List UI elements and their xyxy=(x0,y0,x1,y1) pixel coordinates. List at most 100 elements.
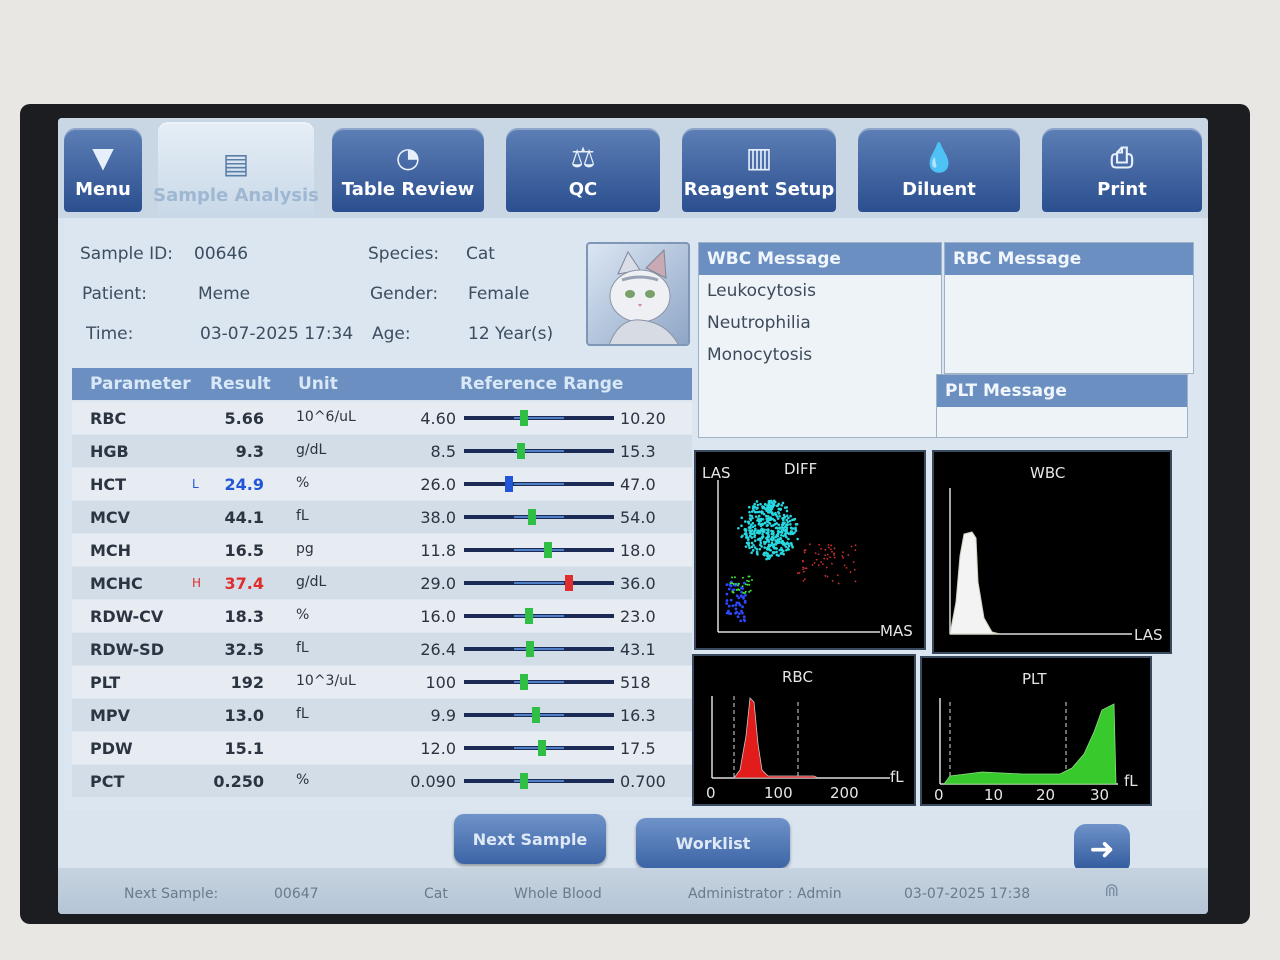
diff-dot xyxy=(751,506,755,510)
range-high: 518 xyxy=(620,673,651,692)
diff-dot xyxy=(817,564,820,567)
tab-qc[interactable]: ⚖ QC xyxy=(506,128,660,212)
diff-dot xyxy=(764,540,768,544)
diff-dot xyxy=(770,524,773,528)
diff-dot xyxy=(777,554,780,557)
diff-dot xyxy=(773,551,776,554)
diff-dot xyxy=(824,574,827,577)
tab-print[interactable]: ⎙ Print xyxy=(1042,128,1202,212)
diff-dot xyxy=(771,538,774,542)
diff-dot xyxy=(775,550,778,554)
status-bar: Next Sample: 00647 Cat Whole Blood Admin… xyxy=(58,868,1208,914)
diff-dot xyxy=(827,544,830,546)
diff-dot xyxy=(769,548,772,552)
table-review-icon: ◔ xyxy=(395,141,421,174)
diff-dot xyxy=(754,515,758,518)
range-low: 0.090 xyxy=(410,772,456,791)
age-label: Age: xyxy=(372,324,411,344)
range-high: 16.3 xyxy=(620,706,656,725)
param-unit: fL xyxy=(296,640,309,656)
diff-dot xyxy=(831,562,833,565)
diff-dot xyxy=(759,502,762,506)
range-bar xyxy=(464,740,614,756)
diff-dot xyxy=(760,527,764,531)
tab-menu[interactable]: ▼ Menu xyxy=(64,128,142,212)
diff-dot xyxy=(734,603,738,607)
diff-dot xyxy=(748,517,752,520)
tab-reagent-setup[interactable]: ▥ Reagent Setup xyxy=(682,128,836,212)
diff-dot xyxy=(744,528,748,531)
diff-dot xyxy=(772,499,776,503)
tab-diluent[interactable]: 💧 Diluent xyxy=(858,128,1020,212)
tab-label: Print xyxy=(1097,179,1147,200)
range-bar xyxy=(464,773,614,789)
diff-dot xyxy=(772,518,776,522)
param-unit: % xyxy=(296,607,310,623)
diff-dot xyxy=(767,535,770,538)
diff-dot xyxy=(740,524,743,528)
diff-dot xyxy=(737,582,740,585)
param-unit: fL xyxy=(296,706,309,722)
diff-dot xyxy=(769,508,773,511)
result-marker xyxy=(520,674,528,690)
diff-dot xyxy=(748,575,751,578)
range-low: 4.60 xyxy=(420,409,456,428)
diff-dot xyxy=(802,566,804,569)
diff-dot xyxy=(811,564,814,566)
diff-dot xyxy=(737,526,740,530)
diff-dot xyxy=(770,532,774,536)
diff-dot xyxy=(831,550,833,553)
range-high: 17.5 xyxy=(620,739,656,758)
table-row: RDW-CV 18.3% 16.0 23.0 xyxy=(72,600,692,632)
status-sample-type: Whole Blood xyxy=(514,886,602,902)
diff-dot xyxy=(778,526,782,529)
top-toolbar: ▼ Menu ▤ Sample Analysis ◔ Table Review … xyxy=(58,118,1208,218)
diff-dot xyxy=(802,570,805,573)
scale-icon: ⚖ xyxy=(570,141,596,174)
diff-dot xyxy=(787,516,790,520)
param-result: 5.66 xyxy=(224,409,264,428)
diff-dot xyxy=(766,524,769,527)
diff-dot xyxy=(746,579,749,582)
tab-sample-analysis[interactable]: ▤ Sample Analysis xyxy=(153,122,319,218)
wbc-message-item: Monocytosis xyxy=(707,345,813,365)
param-name: MCHC xyxy=(90,574,143,593)
table-row: MCH 16.5 pg 11.8 18.0 xyxy=(72,534,692,566)
diff-dot xyxy=(725,599,729,602)
param-result: 9.3 xyxy=(235,442,264,461)
diff-dot xyxy=(750,529,753,533)
param-name: HGB xyxy=(90,442,129,461)
diff-dot xyxy=(818,543,821,546)
diff-dot xyxy=(741,576,744,579)
worklist-button[interactable]: Worklist xyxy=(636,818,790,868)
diff-dot xyxy=(740,516,744,520)
table-row: MCHC H 37.4 g/dL 29.0 36.0 xyxy=(72,567,692,599)
diff-dot xyxy=(759,529,762,533)
next-sample-button[interactable]: Next Sample xyxy=(454,814,606,864)
plt-tick: 30 xyxy=(1090,786,1110,804)
tab-table-review[interactable]: ◔ Table Review xyxy=(332,128,484,212)
wbc-message-panel: WBC Message Leukocytosis Neutrophilia Mo… xyxy=(698,242,942,438)
plt-tick: 20 xyxy=(1036,786,1056,804)
diff-dot xyxy=(743,520,747,523)
diff-dot xyxy=(752,531,756,534)
diff-dot xyxy=(826,575,829,578)
diff-dot xyxy=(753,539,757,542)
next-page-arrow-icon[interactable]: ➜ xyxy=(1074,824,1130,874)
patient-value: Meme xyxy=(198,284,251,304)
param-name: RDW-CV xyxy=(90,607,164,626)
param-unit: % xyxy=(296,475,310,491)
diff-dot xyxy=(785,514,789,518)
result-marker xyxy=(524,608,533,624)
diff-dot xyxy=(784,534,787,537)
diff-dot xyxy=(792,518,796,521)
diff-dot xyxy=(833,556,836,559)
sample-id-value: 00646 xyxy=(194,244,249,264)
diff-dot xyxy=(748,510,751,514)
diff-dot xyxy=(742,615,746,619)
diff-dot xyxy=(831,580,834,582)
rbc-message-title: RBC Message xyxy=(945,243,1193,275)
tab-label: Reagent Setup xyxy=(683,179,835,200)
range-bar xyxy=(464,707,614,723)
diff-dot xyxy=(804,549,807,551)
